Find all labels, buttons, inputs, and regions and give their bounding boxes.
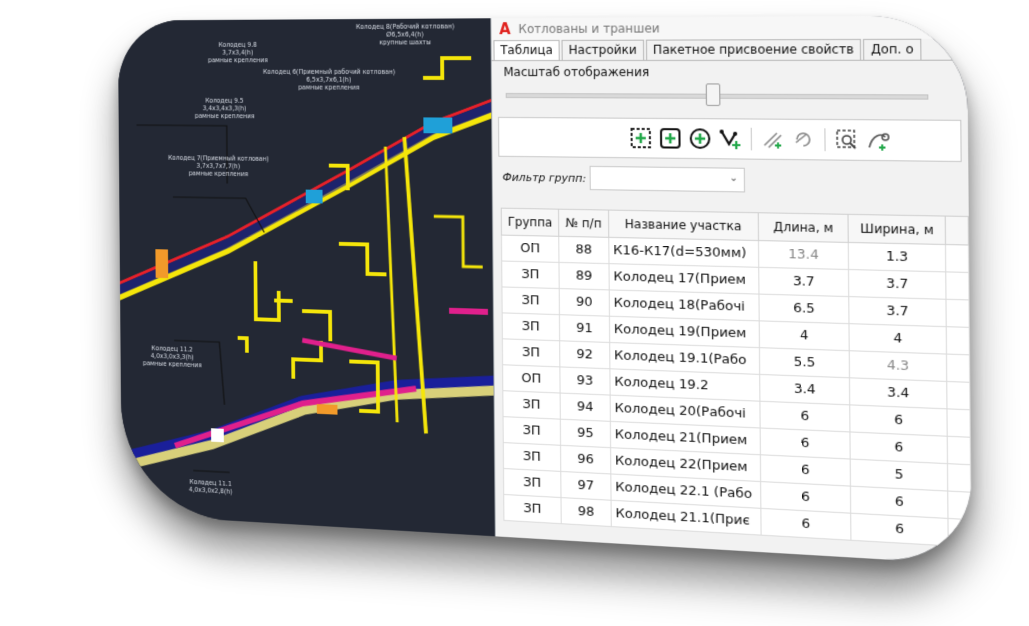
cell-extra[interactable] — [947, 408, 971, 438]
window-title: Котлованы и траншеи — [518, 21, 660, 37]
cell-group[interactable]: ЗП — [501, 286, 560, 315]
cell-number[interactable]: 89 — [559, 262, 610, 290]
tab-extra[interactable]: Доп. о — [863, 38, 922, 60]
route-add-icon[interactable] — [717, 126, 742, 151]
dialog-panel: A Котлованы и траншеи Таблица Настройки … — [490, 15, 972, 565]
app-logo-icon: A — [499, 20, 511, 39]
column-header-name[interactable]: Название участка — [608, 210, 759, 241]
cell-length[interactable]: 4 — [759, 320, 850, 351]
cell-name[interactable]: Колодец 17(Прием — [608, 263, 760, 295]
title-bar[interactable]: A Котлованы и траншеи — [491, 15, 968, 41]
cell-extra[interactable] — [946, 354, 970, 383]
cell-number[interactable]: 90 — [559, 288, 610, 317]
tab-bar: Таблица Настройки Пакетное присвоение св… — [491, 38, 968, 62]
sections-table: Группа № п/п Название участка Длина, м Ш… — [500, 207, 972, 548]
cad-drawing — [118, 18, 495, 536]
zoom-frame-icon[interactable] — [834, 127, 860, 152]
cell-group[interactable]: ЗП — [503, 442, 561, 472]
cell-number[interactable]: 92 — [559, 340, 610, 369]
toolbar-separator — [824, 128, 826, 152]
filter-row: Фильтр групп: ⌄ — [502, 165, 968, 196]
cell-group[interactable]: ЗП — [502, 312, 560, 341]
cell-group[interactable]: ЗП — [502, 338, 561, 367]
cell-group[interactable]: ЗП — [502, 390, 561, 420]
cell-number[interactable]: 94 — [560, 393, 611, 422]
cell-group[interactable]: ЗП — [503, 416, 561, 446]
cell-extra[interactable] — [947, 463, 971, 493]
column-header-group[interactable]: Группа — [501, 208, 559, 237]
cell-length[interactable]: 5.5 — [759, 347, 850, 378]
cell-extra[interactable] — [945, 271, 969, 300]
scale-label: Масштаб отображения — [503, 65, 650, 80]
column-header-extra[interactable] — [945, 216, 969, 245]
cell-group[interactable]: ЗП — [503, 468, 562, 498]
cell-width[interactable]: 3.7 — [848, 269, 947, 300]
toolbar — [498, 116, 962, 163]
cell-number[interactable]: 88 — [558, 236, 609, 264]
scale-group: Масштаб отображения — [498, 65, 962, 116]
cad-drawing-area[interactable]: Колодец 8(Рабочий котлован) Ø6,5х6,4(h) кр… — [117, 18, 495, 537]
data-grid: Группа № п/п Название участка Длина, м Ш… — [500, 207, 972, 565]
cell-number[interactable]: 96 — [560, 445, 611, 474]
column-header-width[interactable]: Ширина, м — [848, 214, 946, 245]
chevron-down-icon: ⌄ — [729, 172, 739, 185]
cell-width[interactable]: 1.3 — [848, 242, 946, 272]
cad-label: Колодец 9.8 3,7х3,4(h) рамные крепления — [207, 40, 268, 65]
select-area-add-icon[interactable] — [628, 126, 653, 151]
column-header-length[interactable]: Длина, м — [758, 212, 849, 243]
cell-group[interactable]: ЗП — [501, 261, 560, 289]
cell-group[interactable]: ОП — [501, 235, 560, 263]
toolbar-separator — [750, 127, 752, 151]
cell-number[interactable]: 93 — [560, 366, 610, 396]
cell-length[interactable]: 3.7 — [758, 267, 850, 297]
cad-label: Колодец 9.5 3,4х3,4х3,3(h) рамные креплени… — [194, 96, 255, 121]
cell-width[interactable]: 6 — [851, 513, 949, 546]
column-header-number[interactable]: № п/п — [558, 209, 609, 238]
group-filter-label: Фильтр групп: — [502, 170, 587, 185]
cell-width[interactable]: 4.3 — [849, 350, 947, 382]
cad-label: Колодец 7(Приемный котлован) 3,7х3,7х7,7(… — [168, 153, 269, 179]
cell-length[interactable]: 6 — [760, 401, 851, 432]
cell-extra[interactable] — [947, 436, 971, 465]
cell-extra[interactable] — [947, 491, 971, 520]
group-filter-select[interactable]: ⌄ — [589, 165, 746, 193]
tab-batch-properties[interactable]: Пакетное присвоение свойств — [645, 38, 862, 60]
curve-add-icon[interactable] — [865, 128, 891, 153]
cell-extra[interactable] — [945, 244, 969, 273]
cell-extra[interactable] — [948, 518, 972, 548]
tab-table[interactable]: Таблица — [493, 39, 560, 61]
cell-group[interactable]: ЗП — [503, 494, 562, 524]
cell-length[interactable]: 13.4 — [758, 240, 849, 270]
cell-length[interactable]: 3.4 — [759, 374, 851, 405]
cell-number[interactable]: 91 — [559, 314, 610, 343]
cad-label: Колодец 8(Рабочий котлован) Ø6,5х6,4(h) кр… — [355, 22, 455, 47]
table-body: ОП 88 К16-К17(d=530мм) 13.4 1.3 ЗП 89 Колодец 1… — [501, 235, 972, 548]
cell-group[interactable]: ОП — [502, 364, 561, 394]
cad-label: Колодец 11.2 4,0х3,0х3,3(h) рамные креплен… — [142, 344, 202, 370]
rotate-icon[interactable] — [791, 127, 817, 152]
add-circle-icon[interactable] — [688, 126, 713, 151]
cell-length[interactable]: 6 — [760, 427, 851, 460]
cell-number[interactable]: 98 — [561, 497, 612, 527]
cell-name[interactable]: К16-К17(d=530мм) — [608, 237, 759, 268]
cell-extra[interactable] — [946, 326, 970, 355]
cell-extra[interactable] — [946, 381, 970, 410]
scale-slider-thumb[interactable] — [705, 83, 720, 106]
cell-width[interactable]: 3.4 — [849, 377, 948, 409]
cad-label: Колодец 11.1 4,0х3,0х2,8(h) — [188, 477, 233, 496]
tab-settings[interactable]: Настройки — [561, 39, 644, 61]
cad-label: Колодец 6(Приемный рабочий котлован) 6,5х… — [262, 68, 396, 92]
cell-length[interactable]: 6 — [760, 508, 852, 541]
cell-number[interactable]: 95 — [560, 419, 611, 448]
screenshot-card: Колодец 8(Рабочий котлован) Ø6,5х6,4(h) кр… — [117, 15, 972, 565]
cell-width[interactable]: 4 — [849, 323, 947, 355]
cell-width[interactable]: 3.7 — [849, 296, 947, 327]
draw-line-add-icon[interactable] — [760, 127, 785, 152]
add-square-icon[interactable] — [658, 126, 683, 151]
cell-length[interactable]: 6.5 — [759, 294, 850, 324]
cell-width[interactable]: 6 — [850, 404, 948, 437]
cell-extra[interactable] — [946, 299, 970, 328]
cell-number[interactable]: 97 — [560, 471, 611, 501]
